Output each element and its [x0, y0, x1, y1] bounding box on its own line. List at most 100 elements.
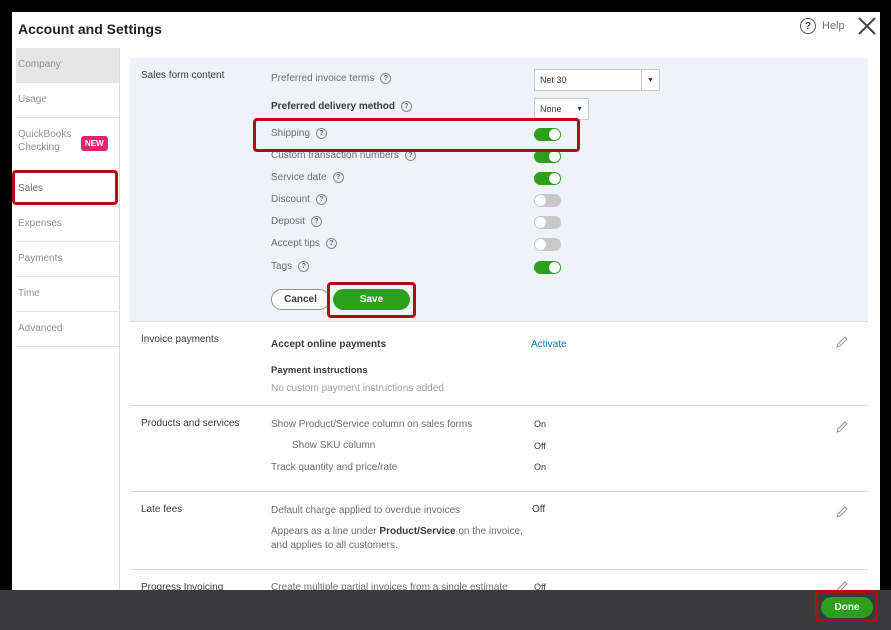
- section-label: Invoice payments: [141, 334, 219, 345]
- section-label: Progress Invoicing: [141, 582, 224, 590]
- highlight-save-button: [327, 282, 416, 318]
- highlight-done-button: [815, 590, 878, 622]
- toggle-label-accept-tips: Accept tips?: [271, 238, 337, 249]
- no-instructions-text: No custom payment instructions added: [271, 383, 444, 394]
- setting-label: Show Product/Service column on sales for…: [271, 419, 473, 430]
- toggle-knob: [535, 217, 546, 228]
- sidebar-item-quickbooks-checking[interactable]: QuickBooks Checking NEW: [16, 118, 119, 172]
- activate-link[interactable]: Activate: [531, 339, 567, 350]
- progress-invoicing-value: Off: [534, 582, 546, 590]
- sidebar-item-usage[interactable]: Usage: [16, 83, 119, 118]
- delivery-method-text: Preferred delivery method: [271, 101, 395, 112]
- sidebar-item-label: Usage: [18, 94, 47, 105]
- deposit-toggle[interactable]: [534, 216, 561, 229]
- discount-toggle[interactable]: [534, 194, 561, 207]
- toggle-knob: [549, 262, 560, 273]
- sidebar-item-expenses[interactable]: Expenses: [16, 207, 119, 242]
- cancel-button[interactable]: Cancel: [271, 289, 330, 310]
- toggle-knob: [535, 195, 546, 206]
- question-icon[interactable]: ?: [315, 194, 327, 205]
- sales-form-content-section: Sales form content Preferred invoice ter…: [130, 58, 868, 322]
- products-services-section[interactable]: Products and services Show Product/Servi…: [130, 406, 868, 492]
- desc-bold-text: Product/Service: [379, 526, 456, 537]
- footer-bar: [0, 590, 891, 630]
- toggle-text: Tags: [271, 261, 293, 272]
- setting-label: Track quantity and price/rate: [271, 462, 398, 473]
- invoice-terms-label: Preferred invoice terms ?: [271, 73, 392, 84]
- toggle-text: Deposit: [271, 216, 305, 227]
- toggle-knob: [549, 173, 560, 184]
- question-icon[interactable]: ?: [325, 238, 337, 249]
- toggle-label-service-date: Service date?: [271, 172, 344, 183]
- invoice-terms-value: Net 30: [540, 75, 567, 85]
- edit-pencil-icon[interactable]: [835, 420, 849, 434]
- highlight-shipping-toggle: [253, 118, 580, 152]
- accept-online-payments-label: Accept online payments: [271, 339, 387, 350]
- sidebar-item-company[interactable]: Company: [16, 48, 119, 83]
- desc-text: on the invoice,: [458, 526, 523, 537]
- delivery-method-select[interactable]: None ▼: [534, 98, 589, 120]
- desc-text: and applies to all customers.: [271, 540, 398, 551]
- late-fee-label: Default charge applied to overdue invoic…: [271, 505, 461, 516]
- toggle-knob: [549, 151, 560, 162]
- toggle-label-tags: Tags?: [271, 261, 310, 272]
- late-fee-description: Appears as a line under Product/Service …: [271, 525, 531, 553]
- service-date-toggle[interactable]: [534, 172, 561, 185]
- help-icon: ?: [800, 18, 816, 34]
- invoice-payments-section[interactable]: Invoice payments Accept online payments …: [130, 322, 868, 406]
- progress-invoicing-section[interactable]: Progress Invoicing Create multiple parti…: [130, 570, 868, 590]
- setting-label: Show SKU column: [292, 440, 376, 451]
- highlight-sales-sidebar: [12, 170, 118, 205]
- section-label: Sales form content: [141, 70, 225, 81]
- dropdown-arrow-icon: ▼: [641, 70, 659, 90]
- progress-invoicing-label: Create multiple partial invoices from a …: [271, 582, 508, 590]
- toggle-text: Service date: [271, 172, 327, 183]
- toggle-label-discount: Discount?: [271, 194, 327, 205]
- help-button[interactable]: ? Help: [800, 18, 845, 34]
- edit-pencil-icon[interactable]: [835, 580, 849, 590]
- setting-value: Off: [534, 441, 546, 451]
- question-icon[interactable]: ?: [380, 73, 392, 84]
- help-label: Help: [822, 20, 845, 32]
- tags-toggle[interactable]: [534, 261, 561, 274]
- sidebar-item-label: Payments: [18, 253, 63, 264]
- section-label: Products and services: [141, 418, 240, 429]
- delivery-method-label: Preferred delivery method ?: [271, 101, 412, 112]
- sidebar-item-label: Expenses: [18, 218, 62, 229]
- late-fees-section[interactable]: Late fees Default charge applied to over…: [130, 492, 868, 570]
- sidebar-item-advanced[interactable]: Advanced: [16, 312, 119, 347]
- question-icon[interactable]: ?: [400, 101, 412, 112]
- delivery-method-value: None: [540, 104, 562, 114]
- question-icon[interactable]: ?: [298, 261, 310, 272]
- page-title: Account and Settings: [18, 21, 162, 37]
- sidebar-item-payments[interactable]: Payments: [16, 242, 119, 277]
- invoice-terms-select[interactable]: Net 30 ▼: [534, 69, 660, 91]
- question-icon[interactable]: ?: [332, 172, 344, 183]
- toggle-text: Accept tips: [271, 238, 320, 249]
- toggle-text: Discount: [271, 194, 310, 205]
- section-label: Late fees: [141, 504, 183, 515]
- invoice-terms-text: Preferred invoice terms: [271, 73, 375, 84]
- accept-tips-toggle[interactable]: [534, 238, 561, 251]
- desc-text: Appears as a line under: [271, 526, 377, 537]
- sidebar-item-label: Advanced: [18, 323, 63, 334]
- sidebar-item-label: Time: [18, 288, 40, 299]
- setting-value: On: [534, 462, 547, 472]
- dropdown-arrow-icon: ▼: [576, 105, 583, 113]
- question-icon[interactable]: ?: [310, 216, 322, 227]
- header: Account and Settings ? Help: [12, 12, 880, 48]
- sidebar: Company Usage QuickBooks Checking NEW Sa…: [16, 48, 120, 590]
- payment-instructions-label: Payment instructions: [271, 365, 368, 376]
- toggle-label-deposit: Deposit?: [271, 216, 322, 227]
- setting-value: On: [534, 419, 547, 429]
- late-fee-value: Off: [532, 504, 546, 515]
- sidebar-item-time[interactable]: Time: [16, 277, 119, 312]
- toggle-knob: [535, 239, 546, 250]
- close-icon[interactable]: [856, 15, 878, 37]
- sidebar-item-label: QuickBooks Checking: [18, 129, 72, 153]
- sidebar-item-label: Company: [18, 59, 61, 70]
- new-badge: NEW: [81, 136, 108, 151]
- edit-pencil-icon[interactable]: [835, 505, 849, 519]
- settings-window: Account and Settings ? Help Company Usag…: [12, 12, 880, 590]
- edit-pencil-icon[interactable]: [835, 335, 849, 349]
